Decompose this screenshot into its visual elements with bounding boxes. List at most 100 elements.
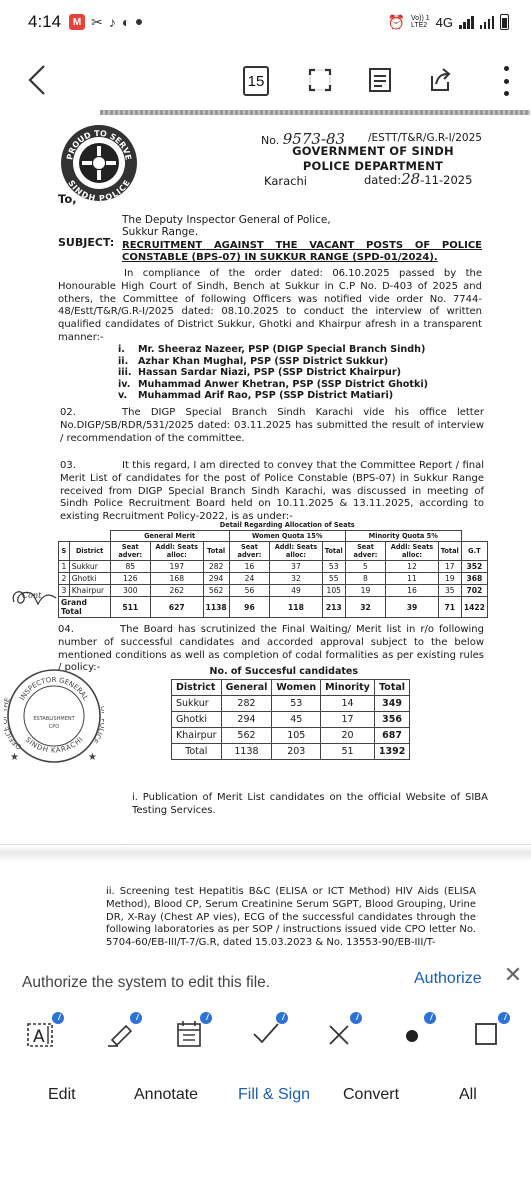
table-row: Khairpur 562 105 20 687 bbox=[171, 727, 411, 744]
tab-annotate[interactable]: Annotate bbox=[134, 1086, 198, 1104]
letterhead-rule bbox=[100, 110, 530, 115]
authorize-message: Authorize the system to edit this file. bbox=[22, 974, 271, 991]
status-bar: 4:14 M ✂ ♪ ◐ ⏰ Vo)) 1 LTE2 4G bbox=[0, 0, 531, 44]
tool-badge-icon bbox=[424, 1012, 436, 1024]
letter-number-label: No. bbox=[261, 134, 280, 147]
back-arrow-icon[interactable] bbox=[22, 60, 58, 100]
page-number-button[interactable]: 15 bbox=[243, 66, 269, 96]
letter-city: Karachi bbox=[264, 174, 307, 188]
tools-notification-icon: ✂ bbox=[91, 13, 103, 30]
document-page[interactable]: PROUD TO SERVE SINDH POLICE No. 9573-83 … bbox=[0, 110, 531, 964]
letter-reference: /ESTT/T&R/G.R-I/2025 bbox=[368, 132, 482, 144]
signal-strength-2-icon bbox=[479, 15, 494, 29]
officer-item: iii. Hassan Sardar Niazi, PSP (SSP Distri… bbox=[118, 367, 401, 378]
reading-mode-icon[interactable] bbox=[364, 64, 396, 96]
group-minority-quota: Minority Quota 5% bbox=[344, 530, 462, 542]
tool-badge-icon bbox=[276, 1012, 288, 1024]
table-row: Total 1138 203 51 1392 bbox=[171, 743, 411, 760]
para-02: The DIGP Special Branch Sindh Karachi vi… bbox=[60, 407, 484, 444]
document-toolbar: 15 bbox=[0, 52, 531, 108]
fullscreen-icon[interactable] bbox=[304, 64, 336, 96]
more-notifications-dot-icon bbox=[136, 19, 143, 25]
tab-all[interactable]: All bbox=[459, 1086, 477, 1104]
annotate-pen-tool[interactable] bbox=[102, 1012, 142, 1052]
tool-badge-icon bbox=[130, 1012, 142, 1024]
subject-text: RECRUITMENT AGAINST THE VACANT POSTS OF … bbox=[122, 240, 482, 263]
volte-indicator: Vo)) 1 LTE2 bbox=[410, 15, 430, 29]
addressee: The Deputy Inspector General of Police, … bbox=[122, 214, 331, 238]
table-row: 1 Sukkur 85 197 282 16 37 53 5 12 17 352 bbox=[58, 560, 489, 573]
government-name: GOVERNMENT OF SINDH bbox=[292, 144, 454, 158]
status-time: 4:14 bbox=[28, 12, 62, 31]
date-handwritten: 28 bbox=[401, 170, 421, 188]
more-options-icon[interactable] bbox=[501, 66, 511, 96]
condition-ii: ii. Screening test Hepatitis B&C (ELISA … bbox=[106, 886, 476, 949]
svg-text:A: A bbox=[33, 1027, 45, 1047]
handwritten-initial-mark: Cont. bbox=[12, 591, 57, 606]
close-icon[interactable]: ✕ bbox=[502, 964, 524, 986]
app-status-icon: ◐ bbox=[121, 14, 131, 30]
annotate-form-tool[interactable] bbox=[172, 1012, 212, 1052]
app-notification-icon: M bbox=[69, 14, 86, 30]
addressee-line: The Deputy Inspector General of Police, bbox=[122, 214, 331, 226]
officer-item: iv. Muhammad Anwer Khetran, PSP (SSP Dist… bbox=[118, 378, 428, 390]
seats-table-caption: Detail Regarding Allocation of Seats bbox=[219, 521, 355, 529]
seal-text-left: OFFICE OF THE bbox=[4, 696, 23, 750]
tool-badge-icon bbox=[498, 1012, 510, 1024]
successful-candidates-table: No. of Succesful candidates District Gen… bbox=[171, 664, 411, 760]
to-label: To, bbox=[58, 192, 77, 206]
tool-badge-icon bbox=[350, 1012, 362, 1024]
checkmark-tool[interactable] bbox=[248, 1012, 288, 1052]
edit-tool[interactable]: A bbox=[24, 1012, 64, 1052]
addressee-line: Sukkur Range. bbox=[122, 226, 199, 238]
notification-icons: M ✂ ♪ ◐ bbox=[69, 13, 143, 31]
success-table-caption: No. of Succesful candidates bbox=[209, 666, 359, 677]
table-row: 3 Khairpur 300 262 562 56 49 105 19 16 35 702 bbox=[58, 584, 489, 597]
music-notification-icon: ♪ bbox=[108, 14, 116, 30]
share-icon[interactable] bbox=[424, 64, 456, 96]
officer-item: v. Muhammad Arif Rao, PSP (SSP District M… bbox=[118, 390, 394, 401]
table-row: 2 Ghotki 126 168 294 24 32 55 8 11 19 368 bbox=[58, 572, 489, 585]
bottom-toolbar: A bbox=[0, 1002, 531, 1062]
seal-star-icon: ★ bbox=[10, 752, 19, 763]
seal-center-text: CPO bbox=[49, 724, 60, 730]
dot-tool[interactable] bbox=[396, 1012, 436, 1052]
date-suffix: -11-2025 bbox=[420, 173, 473, 187]
officer-item: i. Mr. Sheeraz Nazeer, PSP (DIGP Special … bbox=[118, 344, 426, 355]
date-label: dated: bbox=[364, 173, 402, 187]
tool-badge-icon bbox=[200, 1012, 212, 1024]
table-header-row: District General Women Minority Total bbox=[171, 679, 411, 696]
table-header-row: S District Seat adver: Addl: Seats alloc… bbox=[58, 541, 489, 561]
network-type: 4G bbox=[435, 14, 453, 30]
signal-strength-1-icon bbox=[459, 15, 474, 29]
svg-text:SINDH KARACHI: SINDH KARACHI bbox=[24, 736, 85, 755]
page-break bbox=[0, 844, 531, 862]
seal-text-right: OF POLICE bbox=[90, 705, 104, 744]
seal-center-text: ESTABLISHMENT bbox=[33, 716, 75, 722]
seal-text-top: INSPECTOR GENERAL bbox=[18, 676, 89, 702]
para-03: It this regard, I am directed to convey … bbox=[60, 460, 484, 523]
grand-total-row: Grand Total 511 627 1138 96 118 213 32 39 71 1… bbox=[58, 596, 489, 618]
bottom-tab-bar: Edit Annotate Fill & Sign Convert All bbox=[0, 1078, 531, 1108]
tab-edit[interactable]: Edit bbox=[48, 1086, 76, 1104]
authorize-button[interactable]: Authorize bbox=[414, 970, 482, 988]
condition-i: i. Publication of Merit List candidates … bbox=[132, 792, 488, 816]
seal-text-bottom: SINDH KARACHI bbox=[24, 736, 85, 755]
group-general-merit: General Merit bbox=[109, 530, 230, 542]
seats-allocation-table: General Merit Detail Regarding Allocatio… bbox=[58, 521, 489, 618]
table-row: Sukkur 282 53 14 349 bbox=[171, 695, 411, 712]
official-seal-stamp: INSPECTOR GENERAL OFFICE OF THE OF POLIC… bbox=[4, 669, 104, 763]
rectangle-tool[interactable] bbox=[470, 1012, 510, 1052]
svg-text:OFFICE OF THE: OFFICE OF THE bbox=[4, 696, 23, 750]
alarm-icon: ⏰ bbox=[387, 13, 405, 30]
seal-star-icon: ★ bbox=[88, 752, 97, 763]
table-row: Ghotki 294 45 17 356 bbox=[171, 711, 411, 728]
group-women-quota: Detail Regarding Allocation of Seats Wom… bbox=[220, 521, 355, 542]
svg-text:OF POLICE: OF POLICE bbox=[90, 705, 104, 744]
svg-text:INSPECTOR GENERAL: INSPECTOR GENERAL bbox=[18, 676, 89, 702]
tab-convert[interactable]: Convert bbox=[343, 1086, 399, 1104]
officer-item: ii. Azhar Khan Mughal, PSP (SSP District … bbox=[118, 355, 389, 367]
cross-mark-tool[interactable] bbox=[322, 1012, 362, 1052]
tab-fill-sign[interactable]: Fill & Sign bbox=[238, 1086, 310, 1104]
tool-badge-icon bbox=[52, 1012, 64, 1024]
